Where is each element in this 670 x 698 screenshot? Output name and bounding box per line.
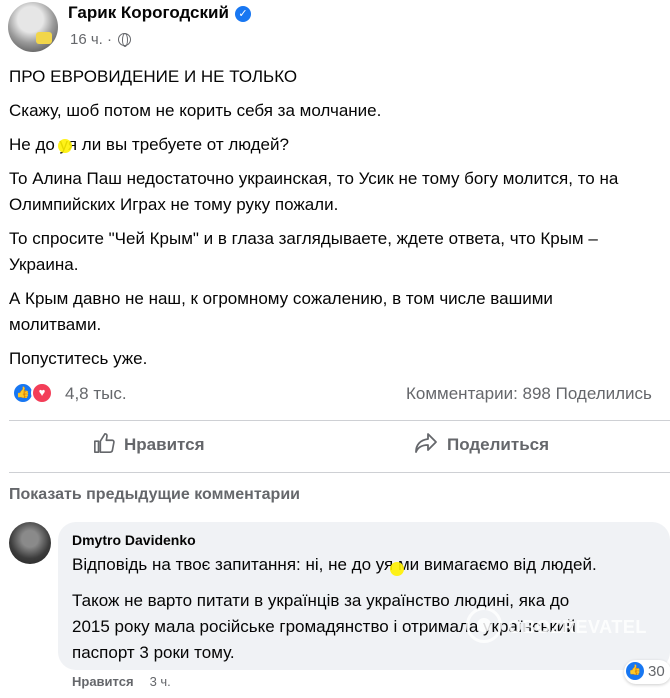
reactions-count[interactable]: 4,8 тыс. [65,384,127,404]
like-button[interactable]: Нравится [93,421,205,469]
post-actions: Нравится Поделиться [9,421,670,469]
post-paragraph: Не до уя ли вы требуете от людей? [9,135,289,154]
watermark-logo-icon [466,607,502,643]
share-button-label: Поделиться [447,435,550,454]
watermark: OBOZREVATEL [466,607,647,657]
verified-badge-icon: ✓ [234,6,251,22]
watermark-text: OBOZREVATEL [508,617,647,637]
post-time[interactable]: 16 ч. [70,31,103,48]
post-paragraph: Попуститесь уже. [9,349,148,368]
globe-icon [118,33,132,47]
post-paragraph: То Алина Паш недостаточно украинская, то… [9,169,619,214]
comment-reaction-count: 30 [648,662,665,680]
comment-paragraph: Відповідь на твоє запитання: ні, не до у… [72,555,597,574]
divider [9,472,670,473]
author-avatar[interactable] [8,2,58,52]
post-paragraph: А Крым давно не наш, к огромному сожален… [9,289,553,334]
thumbs-up-icon [93,425,115,473]
censor-highlight [58,139,72,153]
share-arrow-icon [414,425,438,473]
comment-time[interactable]: 3 ч. [150,674,171,689]
post-paragraph: Скажу, шоб потом не корить себя за молча… [9,101,382,120]
comment-author[interactable]: Dmytro Davidenko [72,532,196,548]
post-header: Гарик Корогодский ✓ 16 ч. · [8,0,668,58]
post-meta: 16 ч. · [70,31,132,48]
censor-highlight [390,562,404,576]
reactions-summary[interactable]: 👍 ♥ 4,8 тыс. Комментарии: 898 Поделились [12,382,670,406]
author-name[interactable]: Гарик Корогодский [68,3,229,22]
like-button-label: Нравится [124,435,205,454]
commenter-avatar[interactable] [9,522,51,564]
like-reaction-icon: 👍 [626,662,644,680]
author-line: Гарик Корогодский ✓ [68,3,251,23]
show-previous-comments-link[interactable]: Показать предыдущие комментарии [9,486,300,504]
comments-share-count[interactable]: Комментарии: 898 Поделились [406,384,652,404]
comment-footer: Нравится 3 ч. [72,674,171,689]
heart-reaction-icon: ♥ [31,382,53,404]
post-paragraph: ПРО ЕВРОВИДЕНИЕ И НЕ ТОЛЬКО [9,67,298,86]
post-text: ПРО ЕВРОВИДЕНИЕ И НЕ ТОЛЬКО Скажу, шоб п… [9,64,669,380]
post-paragraph: То спросите "Чей Крым" и в глаза загляды… [9,229,598,274]
share-button[interactable]: Поделиться [414,421,549,469]
comment-reactions[interactable]: 👍 30 [624,660,670,684]
comment-like-link[interactable]: Нравится [72,674,134,689]
